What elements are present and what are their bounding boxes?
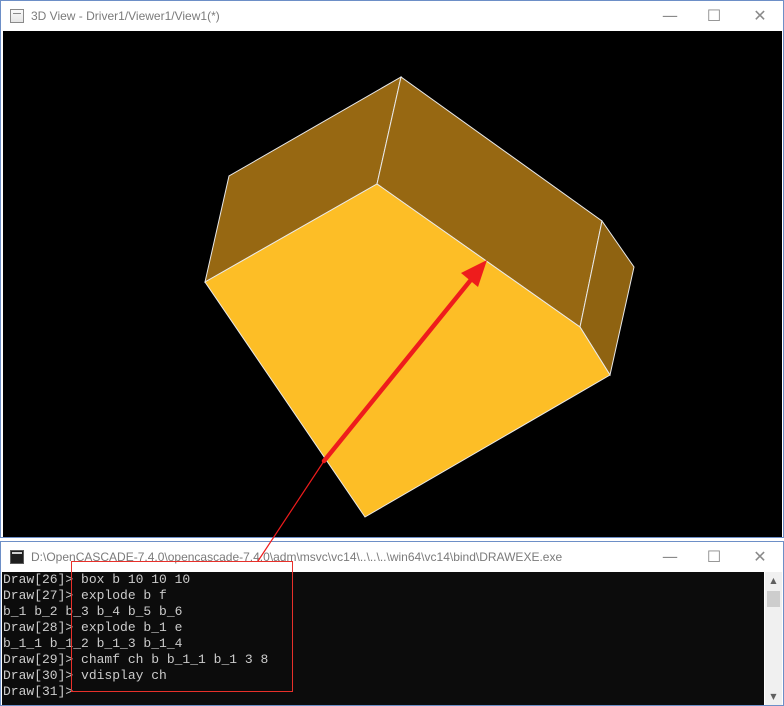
console-text: vdisplay ch <box>73 668 167 683</box>
console-prompt: Draw[29]> <box>3 652 74 667</box>
console-prompt: Draw[31]> <box>3 684 74 699</box>
console-maximize-button[interactable]: ☐ <box>691 542 737 572</box>
minimize-button[interactable]: — <box>647 1 693 31</box>
console-prompt: Draw[30]> <box>3 668 74 683</box>
console-line: Draw[28]> explode b_1 e <box>2 620 764 636</box>
app-window-icon <box>10 9 24 23</box>
console-text: b_1_1 b_1_2 b_1_3 b_1_4 <box>3 636 183 651</box>
console-output[interactable]: Draw[26]> box b 10 10 10 Draw[27]> explo… <box>2 572 764 705</box>
console-text: chamf ch b b_1_1 b_1 3 8 <box>73 652 269 667</box>
console-scrollbar[interactable]: ▲ ▼ <box>765 572 782 705</box>
console-window: D:\OpenCASCADE-7.4.0\opencascade-7.4.0\a… <box>0 541 784 706</box>
console-prompt: Draw[28]> <box>3 620 74 635</box>
console-line: b_1_1 b_1_2 b_1_3 b_1_4 <box>2 636 764 652</box>
console-window-icon <box>10 550 24 564</box>
console-text: explode b_1 e <box>73 620 183 635</box>
console-prompt: Draw[26]> <box>3 572 74 587</box>
maximize-button[interactable]: ☐ <box>691 1 737 31</box>
console-prompt: Draw[27]> <box>3 588 74 603</box>
console-close-button[interactable]: ✕ <box>737 542 783 572</box>
console-line: Draw[29]> chamf ch b b_1_1 b_1 3 8 <box>2 652 764 668</box>
console-text: explode b f <box>73 588 167 603</box>
console-window-title: D:\OpenCASCADE-7.4.0\opencascade-7.4.0\a… <box>31 550 563 564</box>
console-minimize-button[interactable]: — <box>647 542 693 572</box>
viewer-titlebar[interactable]: 3D View - Driver1/Viewer1/View1(*) — ☐ ✕ <box>1 1 783 31</box>
console-text: box b 10 10 10 <box>73 572 191 587</box>
console-line: Draw[27]> explode b f <box>2 588 764 604</box>
scroll-thumb[interactable] <box>767 591 780 607</box>
console-text: b_1 b_2 b_3 b_4 b_5 b_6 <box>3 604 183 619</box>
viewer-window-title: 3D View - Driver1/Viewer1/View1(*) <box>31 9 220 23</box>
viewer-window: 3D View - Driver1/Viewer1/View1(*) — ☐ ✕ <box>0 0 784 538</box>
scroll-down-arrow-icon[interactable]: ▼ <box>765 688 782 705</box>
3d-scene <box>204 75 635 518</box>
scroll-up-arrow-icon[interactable]: ▲ <box>765 572 782 589</box>
console-line: b_1 b_2 b_3 b_4 b_5 b_6 <box>2 604 764 620</box>
console-line: Draw[31]> <box>2 684 764 700</box>
console-line: Draw[30]> vdisplay ch <box>2 668 764 684</box>
3d-viewport[interactable] <box>3 31 782 537</box>
console-line: Draw[26]> box b 10 10 10 <box>2 572 764 588</box>
console-titlebar[interactable]: D:\OpenCASCADE-7.4.0\opencascade-7.4.0\a… <box>1 542 783 572</box>
close-button[interactable]: ✕ <box>737 1 783 31</box>
